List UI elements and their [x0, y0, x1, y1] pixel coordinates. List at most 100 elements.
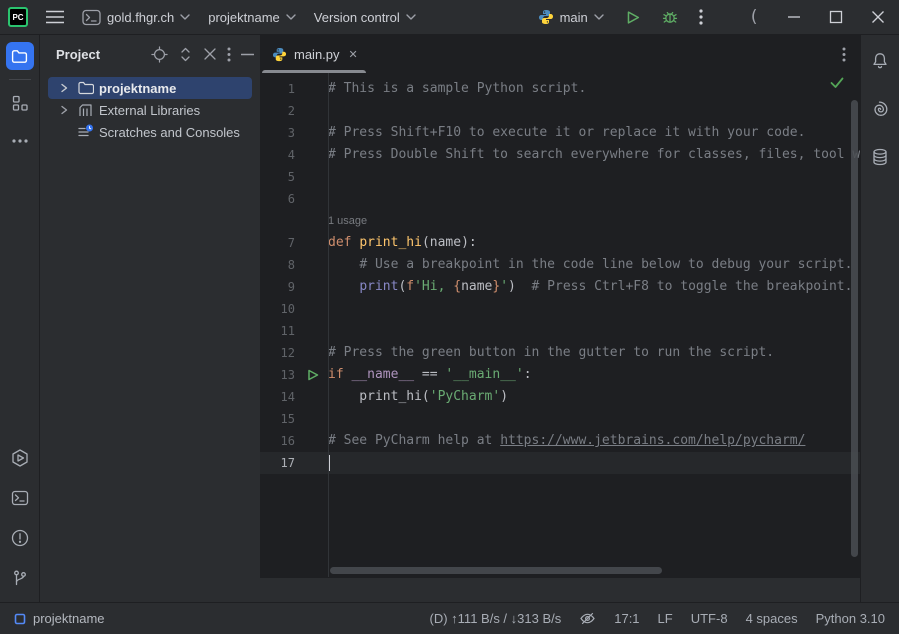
tree-item-projektname[interactable]: projektname: [48, 77, 252, 99]
line-number[interactable]: [260, 210, 328, 232]
code-text[interactable]: # See PyCharm help at https://www.jetbra…: [328, 430, 860, 452]
vcs-selector[interactable]: Version control: [314, 10, 416, 25]
line-number[interactable]: 15: [260, 408, 328, 430]
project-tool-icon[interactable]: [6, 42, 34, 70]
code-text[interactable]: if __name__ == '__main__':: [328, 364, 860, 386]
collapse-all-icon[interactable]: [203, 47, 217, 61]
code-line[interactable]: 16# See PyCharm help at https://www.jetb…: [260, 430, 860, 452]
database-icon[interactable]: [866, 143, 894, 171]
code-line[interactable]: 11: [260, 320, 860, 342]
tree-item-external-libraries[interactable]: External Libraries: [48, 99, 252, 121]
status-project-widget[interactable]: projektname: [14, 611, 105, 626]
code-text[interactable]: [328, 298, 860, 320]
code-text[interactable]: def print_hi(name):: [328, 232, 860, 254]
code-line[interactable]: 6: [260, 188, 860, 210]
code-text[interactable]: # Use a breakpoint in the code line belo…: [328, 254, 860, 276]
code-text[interactable]: print_hi('PyCharm'): [328, 386, 860, 408]
run-config-selector[interactable]: main: [538, 9, 604, 25]
code-text[interactable]: # Press Double Shift to search everywher…: [328, 144, 860, 166]
panel-options-icon[interactable]: [227, 47, 231, 62]
code-line[interactable]: 4# Press Double Shift to search everywhe…: [260, 144, 860, 166]
project-selector[interactable]: projektname: [208, 10, 296, 25]
code-text[interactable]: [328, 320, 860, 342]
hide-panel-icon[interactable]: [241, 53, 254, 56]
line-number[interactable]: 13: [260, 364, 328, 386]
version-control-tool-icon[interactable]: [6, 564, 34, 592]
run-line-icon[interactable]: [307, 369, 319, 381]
window-close-button[interactable]: [871, 10, 885, 24]
line-number[interactable]: 14: [260, 386, 328, 408]
code-text[interactable]: [328, 408, 860, 430]
tab-main-py[interactable]: main.py ✕: [260, 35, 368, 73]
status-line-ending[interactable]: LF: [658, 611, 673, 626]
code-line[interactable]: 13if __name__ == '__main__':: [260, 364, 860, 386]
line-number[interactable]: 10: [260, 298, 328, 320]
run-button[interactable]: [624, 9, 641, 26]
debug-button[interactable]: [661, 8, 679, 26]
line-number[interactable]: 4: [260, 144, 328, 166]
line-number[interactable]: 1: [260, 78, 328, 100]
code-text[interactable]: [328, 452, 860, 474]
code-inlay-row[interactable]: 1 usage: [260, 210, 860, 232]
remote-host-selector[interactable]: gold.fhgr.ch: [82, 9, 190, 26]
status-encoding[interactable]: UTF-8: [691, 611, 728, 626]
code-line[interactable]: 10: [260, 298, 860, 320]
status-caret-position[interactable]: 17:1: [614, 611, 639, 626]
vertical-scrollbar[interactable]: [851, 100, 858, 557]
notifications-bell-icon[interactable]: [866, 47, 894, 75]
line-number[interactable]: 5: [260, 166, 328, 188]
code-line[interactable]: 2: [260, 100, 860, 122]
code-line[interactable]: 14 print_hi('PyCharm'): [260, 386, 860, 408]
main-menu-icon[interactable]: [46, 10, 64, 24]
line-number[interactable]: 8: [260, 254, 328, 276]
code-text[interactable]: # This is a sample Python script.: [328, 78, 860, 100]
services-tool-icon[interactable]: [6, 444, 34, 472]
status-interpreter[interactable]: Python 3.10: [816, 611, 885, 626]
horizontal-scrollbar[interactable]: [330, 567, 662, 574]
code-text[interactable]: 1 usage: [328, 210, 860, 232]
chevron-right-icon[interactable]: [56, 105, 72, 115]
window-minimize-button[interactable]: [787, 10, 801, 24]
line-number[interactable]: 7: [260, 232, 328, 254]
more-tool-windows-icon[interactable]: [6, 127, 34, 155]
structure-tool-icon[interactable]: [6, 89, 34, 117]
usage-inlay-hint[interactable]: 1 usage: [328, 215, 367, 227]
chevron-right-icon[interactable]: [56, 83, 72, 93]
code-text[interactable]: # Press Shift+F10 to execute it or repla…: [328, 122, 860, 144]
highlighting-off-icon[interactable]: [579, 610, 596, 627]
code-text[interactable]: [328, 188, 860, 210]
code-line[interactable]: 15: [260, 408, 860, 430]
code-text[interactable]: [328, 166, 860, 188]
tab-close-icon[interactable]: ✕: [347, 48, 358, 61]
code-text[interactable]: # Press the green button in the gutter t…: [328, 342, 860, 364]
code-line[interactable]: 9 print(f'Hi, {name}') # Press Ctrl+F8 t…: [260, 276, 860, 298]
locate-file-icon[interactable]: [151, 46, 168, 63]
expand-all-icon[interactable]: [178, 46, 193, 63]
line-number[interactable]: 11: [260, 320, 328, 342]
code-line[interactable]: 7def print_hi(name):: [260, 232, 860, 254]
code-line[interactable]: 1# This is a sample Python script.: [260, 78, 860, 100]
status-indent[interactable]: 4 spaces: [746, 611, 798, 626]
line-number[interactable]: 2: [260, 100, 328, 122]
inspections-ok-icon[interactable]: [830, 77, 844, 89]
terminal-tool-icon[interactable]: [6, 484, 34, 512]
code-text[interactable]: print(f'Hi, {name}') # Press Ctrl+F8 to …: [328, 276, 860, 298]
code-text[interactable]: [328, 100, 860, 122]
tree-item-scratches[interactable]: Scratches and Consoles: [48, 121, 252, 143]
code-line[interactable]: 8 # Use a breakpoint in the code line be…: [260, 254, 860, 276]
tab-options-icon[interactable]: [842, 47, 860, 62]
status-network[interactable]: (D) ↑111 B/s / ↓313 B/s: [430, 611, 562, 626]
code-line[interactable]: 3# Press Shift+F10 to execute it or repl…: [260, 122, 860, 144]
ai-assistant-icon[interactable]: [866, 95, 894, 123]
line-number[interactable]: 12: [260, 342, 328, 364]
more-actions-icon[interactable]: [699, 9, 703, 25]
code-line[interactable]: 17: [260, 452, 860, 474]
line-number[interactable]: 9: [260, 276, 328, 298]
code-line[interactable]: 5: [260, 166, 860, 188]
code-area[interactable]: 1# This is a sample Python script.23# Pr…: [260, 73, 860, 577]
window-maximize-button[interactable]: [829, 10, 843, 24]
line-number[interactable]: 6: [260, 188, 328, 210]
line-number[interactable]: 16: [260, 430, 328, 452]
code-line[interactable]: 12# Press the green button in the gutter…: [260, 342, 860, 364]
line-number[interactable]: 17: [260, 452, 328, 474]
